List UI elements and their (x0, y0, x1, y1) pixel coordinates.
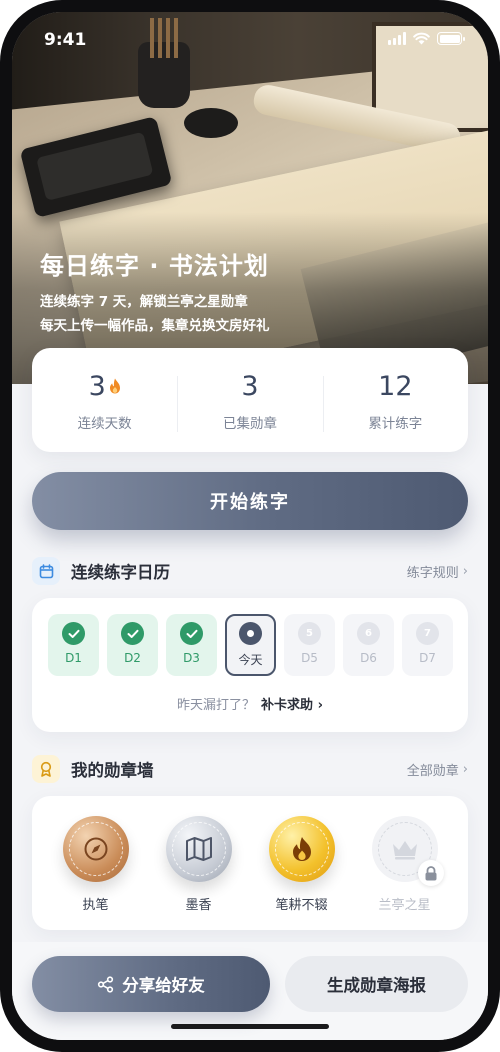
chevron-right-icon: › (462, 563, 468, 579)
start-practice-button[interactable]: 开始练字 (32, 472, 468, 530)
day-label: D5 (301, 651, 318, 665)
calendar-header: 连续练字日历 练字规则 › (32, 556, 468, 586)
hero-subtitle-1: 连续练字 7 天，解锁兰亭之星勋章 (40, 294, 248, 310)
all-badges-label: 全部勋章 (406, 763, 459, 779)
hero-subtitle-2: 每天上传一幅作品，集章兑换文房好礼 (40, 318, 270, 334)
calendar-day-1[interactable]: D1 (48, 614, 99, 676)
stat-total-practice: 12 累计练字 (322, 368, 468, 432)
calendar-icon (32, 557, 60, 585)
crown-icon (392, 841, 417, 860)
wifi-icon (413, 32, 430, 45)
chevron-right-icon: › (317, 698, 323, 713)
status-bar: 9:41 (12, 12, 488, 68)
share-label: 分享给好友 (122, 976, 205, 995)
makeup-request-link[interactable]: 补卡求助 › (261, 698, 323, 713)
bottom-action-bar: 分享给好友 生成勋章海报 (12, 942, 488, 1040)
calendar-day-today[interactable]: 今天 (225, 614, 276, 676)
stat-label: 已集勋章 (222, 416, 277, 432)
calendar-day-7: 7 D7 (402, 614, 453, 676)
day-label: D1 (65, 651, 82, 665)
today-dot-icon (239, 622, 262, 645)
chevron-right-icon: › (462, 761, 468, 777)
signal-icon (388, 32, 406, 45)
badge-name: 兰亭之星 (378, 898, 431, 913)
badge-name: 笔耕不辍 (275, 898, 328, 913)
day-label: D2 (124, 651, 141, 665)
stat-streak-days: 3 连续天数 (32, 368, 177, 433)
silver-medal (165, 816, 232, 882)
check-icon (180, 622, 203, 645)
badge-item[interactable]: 墨香 (154, 796, 244, 930)
badge-name: 执笔 (82, 898, 109, 913)
calendar-day-6: 6 D6 (343, 614, 394, 676)
badges-header: 我的勋章墙 全部勋章 › (32, 754, 468, 784)
practice-rules-link[interactable]: 练字规则 › (407, 562, 468, 581)
stat-label: 累计练字 (368, 416, 423, 432)
all-badges-link[interactable]: 全部勋章 › (407, 760, 468, 779)
badge-name: 墨香 (185, 898, 212, 913)
stat-value: 3 (241, 370, 259, 402)
day-label: D6 (360, 651, 377, 665)
gold-medal (268, 816, 335, 882)
lock-icon (417, 860, 444, 886)
day-number: 6 (357, 622, 380, 645)
home-indicator[interactable] (171, 1024, 329, 1029)
badge-item[interactable]: 执笔 (51, 796, 141, 930)
stat-value: 12 (378, 370, 413, 402)
makeup-question: 昨天漏打了？ (177, 698, 256, 713)
makeup-row: 昨天漏打了？ 补卡求助 › (32, 694, 468, 713)
streak-calendar-card: D1 D2 D3 今天 5 D5 6 D6 7 D7 昨天漏打了？ 补卡求助 › (32, 598, 468, 732)
bronze-medal (62, 816, 129, 882)
stat-label: 连续天数 (77, 416, 132, 432)
status-time: 9:41 (44, 30, 87, 50)
badges-title: 我的勋章墙 (71, 761, 154, 780)
practice-rules-label: 练字规则 (406, 565, 459, 581)
share-to-friends-button[interactable]: 分享给好友 (32, 956, 270, 1012)
stats-card: 3 连续天数 3 已集勋章 12 累计练字 (32, 348, 468, 452)
award-icon (32, 755, 60, 783)
phone-frame: 9:41 每日练字 · 书法计划 连续练字 7 天，解锁兰亭之星勋章 每天上传一… (0, 0, 500, 1052)
map-icon (185, 837, 212, 861)
check-icon (121, 622, 144, 645)
share-icon (98, 975, 114, 993)
screen: 9:41 每日练字 · 书法计划 连续练字 7 天，解锁兰亭之星勋章 每天上传一… (12, 12, 488, 1040)
badge-item-locked[interactable]: 兰亭之星 (360, 796, 450, 930)
day-label: D3 (183, 651, 200, 665)
calendar-title: 连续练字日历 (71, 563, 170, 582)
calendar-day-5: 5 D5 (284, 614, 335, 676)
check-icon (62, 622, 85, 645)
calendar-day-2[interactable]: D2 (107, 614, 158, 676)
stat-badges-collected: 3 已集勋章 (177, 368, 322, 432)
day-label: 今天 (238, 653, 263, 667)
makeup-request-label: 补卡求助 (261, 698, 314, 713)
badge-wall-card: 执笔 墨香 笔耕不辍 兰亭之星 (32, 796, 468, 930)
flame-icon (109, 378, 120, 394)
battery-icon (437, 32, 465, 45)
flame-icon (292, 837, 311, 861)
hero-title: 每日练字 · 书法计划 (40, 252, 269, 280)
day-number: 5 (298, 622, 321, 645)
calendar-day-3[interactable]: D3 (166, 614, 217, 676)
stat-value: 3 (88, 370, 106, 402)
day-label: D7 (419, 651, 436, 665)
compass-icon (84, 837, 107, 861)
locked-medal (371, 816, 444, 886)
day-number: 7 (416, 622, 439, 645)
generate-poster-button[interactable]: 生成勋章海报 (285, 956, 468, 1012)
badge-item[interactable]: 笔耕不辍 (257, 796, 347, 930)
